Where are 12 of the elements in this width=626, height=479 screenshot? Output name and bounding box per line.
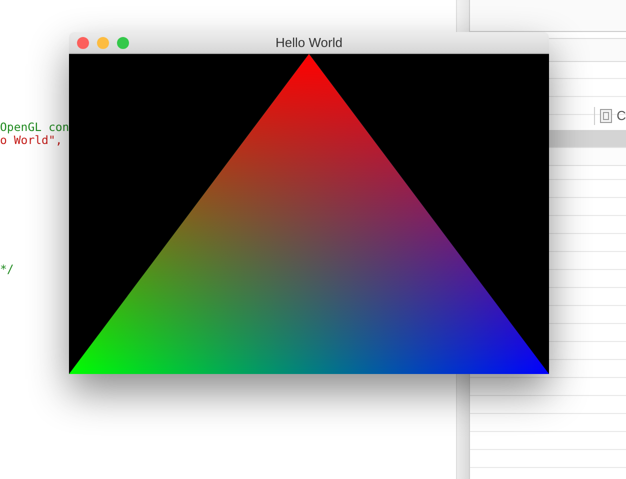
close-button[interactable] [77, 37, 89, 49]
zoom-button[interactable] [117, 37, 129, 49]
document-icon[interactable] [600, 109, 612, 123]
code-line: OpenGL con [0, 121, 70, 134]
code-line: o World", [0, 134, 62, 147]
code-line: */ [0, 263, 14, 276]
splitter[interactable] [456, 374, 469, 479]
minimize-button[interactable] [97, 37, 109, 49]
input-field[interactable] [548, 38, 626, 62]
toolbar-label[interactable]: C [616, 106, 626, 126]
list-row[interactable] [548, 130, 626, 148]
window-title: Hello World [276, 34, 342, 52]
